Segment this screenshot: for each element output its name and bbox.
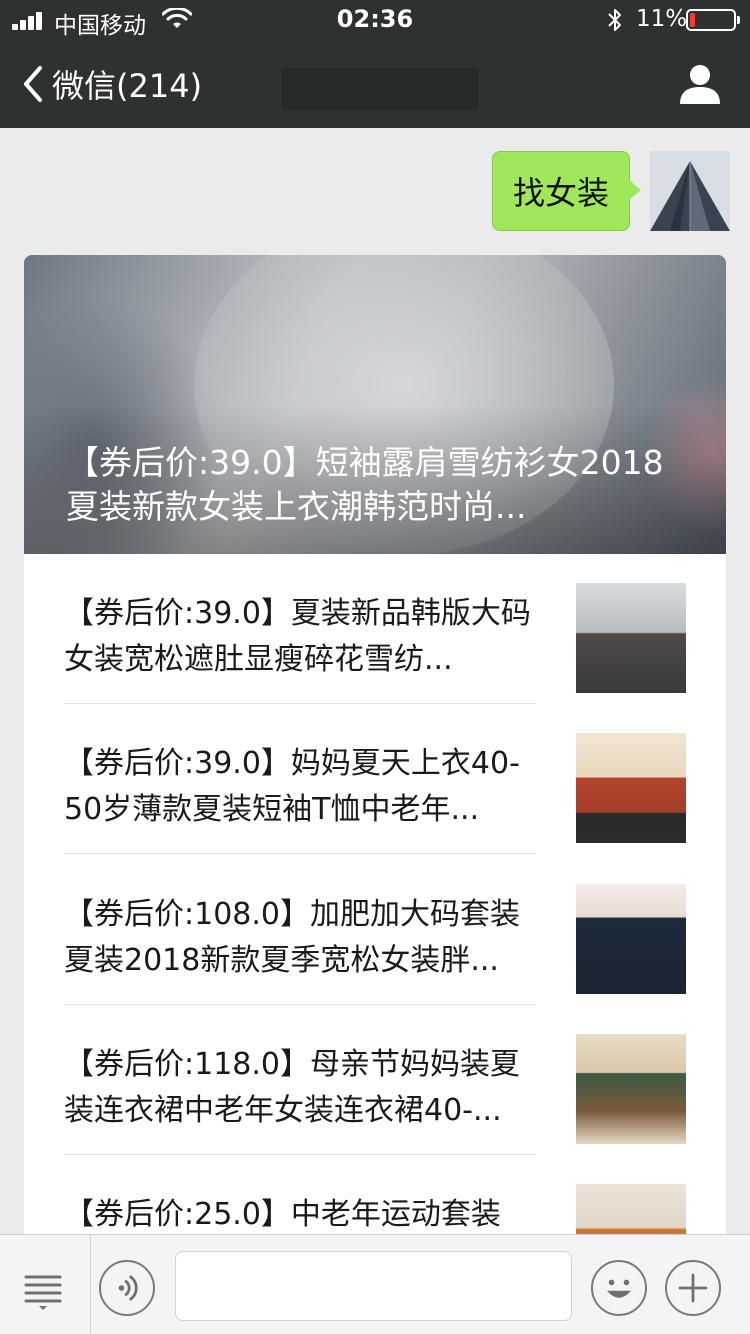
battery-level xyxy=(690,13,695,27)
sent-message-bubble[interactable]: 找女装 xyxy=(492,151,641,231)
list-item[interactable]: 【券后价:108.0】加肥加大码套装夏装2018新款夏季宽松女装胖... xyxy=(24,855,726,1005)
item-title: 【券后价:108.0】加肥加大码套装夏装2018新款夏季宽松女装胖... xyxy=(64,897,520,978)
item-title: 【券后价:39.0】夏装新品韩版大码女装宽松遮肚显瘦碎花雪纺... xyxy=(64,596,531,677)
plus-icon[interactable] xyxy=(665,1260,721,1316)
avatar[interactable] xyxy=(650,151,730,231)
hero-article[interactable]: 【券后价:39.0】短袖露肩雪纺衫女2018夏装新款女装上衣潮韩范时尚... xyxy=(24,255,726,554)
sent-message-text: 找女装 xyxy=(512,174,609,212)
list-item[interactable]: 【券后价:39.0】妈妈夏天上衣40-50岁薄款夏装短袖T恤中老年... xyxy=(24,704,726,854)
bluetooth-icon xyxy=(608,9,621,31)
emoji-icon[interactable] xyxy=(591,1260,647,1316)
item-title: 【券后价:39.0】妈妈夏天上衣40-50岁薄款夏装短袖T恤中老年... xyxy=(64,746,520,827)
back-label: 微信(214) xyxy=(52,67,203,105)
item-title: 【券后价:118.0】母亲节妈妈装夏装连衣裙中老年女装连衣裙40-... xyxy=(64,1047,520,1128)
item-thumbnail xyxy=(576,884,686,994)
person-icon[interactable] xyxy=(678,62,722,106)
divider xyxy=(64,853,536,854)
list-item[interactable]: 【券后价:25.0】中老年运动套装 xyxy=(24,1155,726,1245)
list-item[interactable]: 【券后价:118.0】母亲节妈妈装夏装连衣裙中老年女装连衣裙40-... xyxy=(24,1005,726,1155)
item-thumbnail xyxy=(576,733,686,843)
list-item[interactable]: 【券后价:39.0】夏装新品韩版大码女装宽松遮肚显瘦碎花雪纺... xyxy=(24,554,726,704)
item-thumbnail xyxy=(576,583,686,693)
chat-title-redacted xyxy=(282,68,478,110)
nav-bar: 微信(214) xyxy=(0,40,750,128)
battery-percent: 11% xyxy=(636,6,688,32)
building-image xyxy=(650,151,730,231)
top-bar: 中国移动 02:36 11% 微信(214) xyxy=(0,0,750,128)
back-button[interactable]: 微信(214) xyxy=(20,60,202,108)
item-title: 【券后价:25.0】中老年运动套装 xyxy=(64,1197,501,1232)
divider xyxy=(90,1235,91,1334)
battery-icon xyxy=(686,9,740,31)
menu-list-icon[interactable] xyxy=(22,1269,64,1311)
message-input[interactable] xyxy=(175,1251,572,1321)
status-bar: 中国移动 02:36 11% xyxy=(0,0,750,40)
input-bar xyxy=(0,1234,750,1334)
hero-title: 【券后价:39.0】短袖露肩雪纺衫女2018夏装新款女装上衣潮韩范时尚... xyxy=(66,443,664,526)
article-card: 【券后价:39.0】短袖露肩雪纺衫女2018夏装新款女装上衣潮韩范时尚... 【… xyxy=(24,255,726,1245)
voice-icon[interactable] xyxy=(99,1260,155,1316)
item-thumbnail xyxy=(576,1034,686,1144)
chevron-left-icon xyxy=(24,66,42,102)
